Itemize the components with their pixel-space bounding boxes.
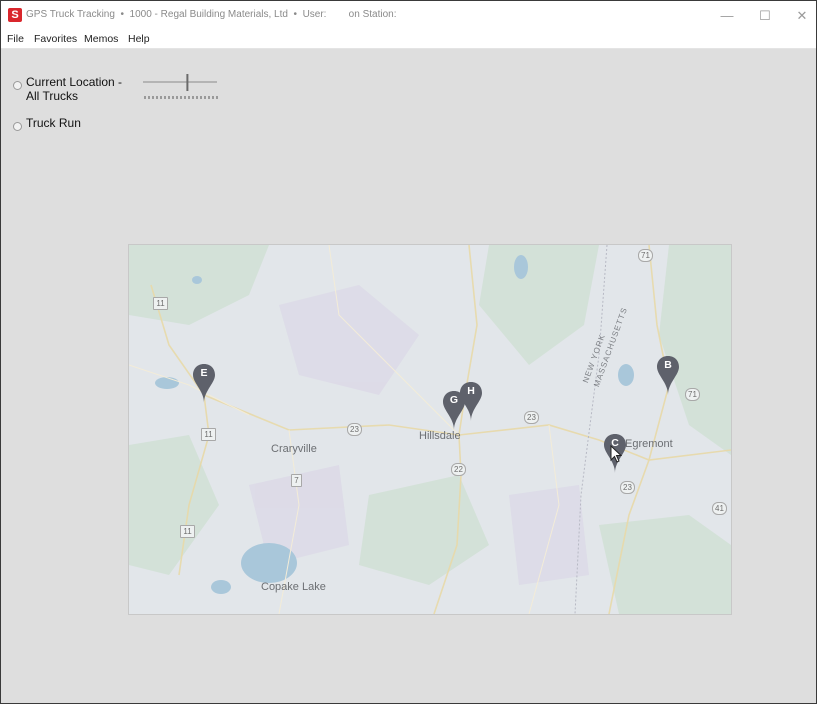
route-shield-11-north: 11 <box>153 297 168 310</box>
place-label-craryville: Craryville <box>271 443 317 455</box>
route-shield-11-south: 11 <box>180 525 195 538</box>
title-bar: S GPS Truck Tracking • 1000 - Regal Buil… <box>1 1 816 31</box>
route-shield-23-south: 23 <box>620 481 635 494</box>
truck-marker-b[interactable]: B <box>656 355 680 395</box>
menu-memos[interactable]: Memos <box>84 33 118 45</box>
place-label-hillsdale: Hillsdale <box>419 430 461 442</box>
route-shield-41: 41 <box>712 502 727 515</box>
truck-run-radio[interactable] <box>13 122 22 131</box>
app-window: S GPS Truck Tracking • 1000 - Regal Buil… <box>0 0 817 704</box>
current-location-label: Current Location - All Trucks <box>26 75 122 103</box>
zoom-slider[interactable] <box>141 73 219 103</box>
menu-help[interactable]: Help <box>128 33 150 45</box>
menu-favorites[interactable]: Favorites <box>34 33 77 45</box>
current-location-radio[interactable] <box>13 81 22 90</box>
current-location-label-line2: All Trucks <box>26 89 79 103</box>
route-shield-71-north: 71 <box>638 249 653 262</box>
route-shield-71-east: 71 <box>685 388 700 401</box>
menu-file[interactable]: File <box>7 33 24 45</box>
current-location-label-line1: Current Location - <box>26 75 123 89</box>
route-shield-23-west: 23 <box>347 423 362 436</box>
zoom-slider-graphic <box>143 74 218 99</box>
truck-marker-h-label: H <box>467 385 475 397</box>
truck-marker-b-label: B <box>664 359 672 371</box>
window-title: GPS Truck Tracking • 1000 - Regal Buildi… <box>26 9 397 20</box>
mouse-cursor-icon <box>610 445 622 463</box>
place-label-egremont: Egremont <box>625 438 673 450</box>
truck-marker-e[interactable]: E <box>192 363 216 403</box>
truck-marker-e-label: E <box>200 367 208 379</box>
minimize-button[interactable]: — <box>713 5 741 27</box>
current-location-option[interactable]: Current Location - All Trucks <box>13 75 122 103</box>
route-shield-22: 22 <box>451 463 466 476</box>
truck-run-label: Truck Run <box>26 116 81 130</box>
route-shield-11-central: 11 <box>201 428 216 441</box>
truck-marker-h[interactable]: H <box>459 381 483 421</box>
route-shield-7: 7 <box>291 474 302 487</box>
close-button[interactable]: ✕ <box>788 5 816 27</box>
map-view[interactable]: NEW YORK MASSACHUSETTS Craryville Hillsd… <box>128 244 732 615</box>
route-shield-23-east: 23 <box>524 411 539 424</box>
place-label-copake-lake: Copake Lake <box>261 581 326 593</box>
truck-run-option[interactable]: Truck Run <box>13 116 81 131</box>
menu-bar: File Favorites Memos Help <box>1 31 816 49</box>
app-icon: S <box>8 8 22 22</box>
maximize-button[interactable]: ☐ <box>751 5 779 27</box>
